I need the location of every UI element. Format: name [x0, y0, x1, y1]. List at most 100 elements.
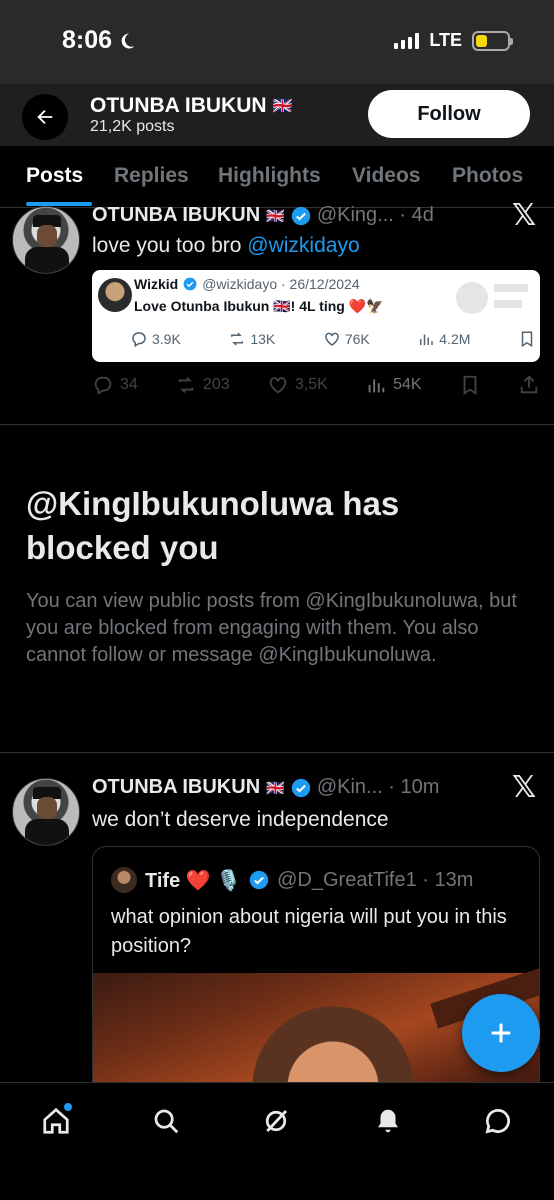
embed-actions: 3.9K 13K 76K 4.2M	[130, 330, 536, 348]
post-actions: 34 203 3,5K 54K	[92, 374, 540, 396]
search-icon	[154, 1109, 179, 1134]
tab-videos[interactable]: Videos	[352, 164, 420, 188]
like-icon	[325, 332, 339, 346]
messages-icon	[485, 1108, 510, 1134]
post-text: love you too bro @wizkidayo	[92, 234, 360, 258]
bottom-nav	[0, 1082, 554, 1200]
post-author-name[interactable]: OTUNBA IBUKUN	[92, 204, 260, 227]
embed-views-count: 4.2M	[439, 331, 471, 347]
embed-reply-count: 3.9K	[152, 331, 181, 347]
embed-repost-count: 13K	[250, 331, 276, 347]
embedded-post-card[interactable]: Wizkid @wizkidayo · 26/12/2024 Love Otun…	[92, 270, 540, 362]
back-arrow-icon	[37, 109, 53, 125]
faded-post-ghost	[456, 282, 528, 314]
repost-icon	[178, 377, 194, 393]
views-count: 54K	[393, 376, 422, 393]
quote-handle-time: @D_GreatTife1 · 13m	[277, 868, 474, 891]
embed-views-stat: 4.2M	[417, 330, 470, 348]
views-action[interactable]: 54K	[365, 374, 422, 396]
like-count: 3,5K	[294, 376, 328, 393]
post-text: we don’t deserve independence	[92, 808, 389, 831]
blocked-title: @KingIbukunoluwa has blocked you	[26, 485, 400, 566]
avatar[interactable]	[12, 778, 80, 846]
embed-bookmark	[518, 330, 536, 348]
repost-count: 203	[203, 376, 230, 393]
post-header: OTUNBA IBUKUN 🇬🇧 @King... · 4d	[92, 204, 434, 227]
post-header: OTUNBA IBUKUN 🇬🇧 @Kin... · 10m	[92, 776, 439, 799]
reply-action[interactable]: 34	[92, 374, 138, 396]
nav-home[interactable]	[34, 1099, 78, 1143]
flag-icon: 🇬🇧	[266, 207, 285, 225]
post-handle-time: @King... · 4d	[316, 204, 434, 226]
tab-photos[interactable]: Photos	[452, 164, 523, 188]
divider	[0, 424, 554, 425]
embed-repost-stat: 13K	[228, 330, 275, 348]
repost-action[interactable]: 203	[175, 374, 230, 396]
bookmark-icon	[521, 331, 533, 348]
notification-dot	[64, 1103, 72, 1111]
like-icon	[269, 377, 287, 394]
embed-author-name: Wizkid	[134, 276, 179, 292]
embed-like-stat: 76K	[323, 330, 370, 348]
signal-icon	[394, 32, 420, 49]
tab-posts[interactable]: Posts	[26, 164, 83, 188]
verified-icon	[249, 870, 269, 890]
moon-icon	[121, 32, 135, 48]
flag-icon: 🇬🇧	[272, 98, 293, 115]
bookmark-icon	[463, 375, 477, 395]
quote-author-name: Tife ❤️ 🎙️	[145, 869, 242, 892]
nav-grok[interactable]	[254, 1099, 298, 1143]
verified-icon	[291, 206, 310, 225]
quote-text: what opinion about nigeria will put you …	[111, 906, 507, 957]
follow-button[interactable]: Follow	[368, 90, 530, 138]
bookmark-action[interactable]	[459, 374, 481, 396]
grok-icon	[265, 1110, 288, 1132]
reply-icon	[132, 332, 146, 348]
time-text: 8:06	[62, 26, 113, 54]
x-logo-icon: 𝕏	[512, 198, 537, 233]
like-action[interactable]: 3,5K	[267, 374, 328, 396]
bell-icon	[378, 1109, 398, 1133]
views-icon	[420, 334, 434, 345]
blocked-description: You can view public posts from @KingIbuk…	[26, 590, 517, 666]
share-icon	[520, 375, 538, 394]
status-right: LTE	[394, 30, 513, 51]
back-button[interactable]	[22, 94, 68, 140]
nav-notifications[interactable]	[366, 1099, 410, 1143]
x-logo-icon: 𝕏	[512, 770, 537, 805]
embed-like-count: 76K	[344, 331, 370, 347]
tab-active-indicator	[26, 202, 92, 206]
mention-link[interactable]: @wizkidayo	[247, 234, 359, 257]
views-icon	[368, 379, 385, 393]
network-label: LTE	[429, 30, 462, 50]
embed-reply-stat: 3.9K	[130, 330, 181, 348]
verified-icon	[183, 277, 197, 291]
embed-avatar	[98, 278, 132, 312]
post-handle-time: @Kin... · 10m	[316, 776, 440, 798]
embed-header: Wizkid @wizkidayo · 26/12/2024	[134, 276, 360, 292]
compose-icon	[491, 1023, 511, 1043]
reply-icon	[94, 376, 112, 395]
share-action[interactable]	[518, 374, 540, 396]
quote-avatar	[111, 867, 137, 893]
nav-search[interactable]	[144, 1099, 188, 1143]
post-author-name[interactable]: OTUNBA IBUKUN	[92, 776, 260, 799]
quote-header: Tife ❤️ 🎙️ @D_GreatTife1 · 13m	[111, 867, 473, 893]
tab-replies[interactable]: Replies	[114, 164, 189, 188]
nav-messages[interactable]	[476, 1099, 520, 1143]
header-title: OTUNBA IBUKUN 🇬🇧	[90, 94, 292, 118]
post-text-body: love you too bro	[92, 234, 248, 257]
avatar[interactable]	[12, 206, 80, 274]
divider	[0, 752, 554, 753]
tab-highlights[interactable]: Highlights	[218, 164, 321, 188]
quoted-post[interactable]: Tife ❤️ 🎙️ @D_GreatTife1 · 13m what opin…	[92, 846, 540, 1106]
status-time: 8:06	[62, 26, 136, 55]
battery-icon	[472, 30, 513, 51]
header-name: OTUNBA IBUKUN	[90, 94, 267, 117]
verified-icon	[291, 778, 310, 797]
compose-button[interactable]	[462, 994, 540, 1072]
status-bar: 8:06 LTE	[0, 0, 554, 84]
embed-handle-date: @wizkidayo · 26/12/2024	[202, 276, 360, 292]
repost-icon	[231, 332, 244, 346]
embed-text: Love Otunba Ibukun 🇬🇧! 4L ting ❤️🦅	[134, 298, 384, 314]
